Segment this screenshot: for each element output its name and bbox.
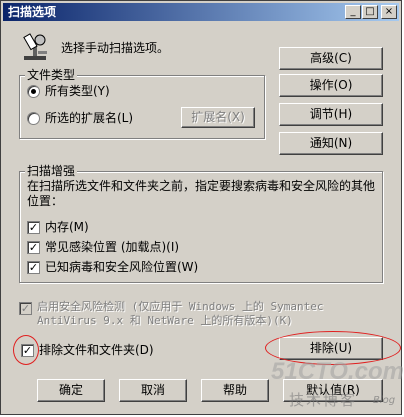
scan-options-dialog: 扫描选项 _ □ × 选择手动扫描选项。 高级(C) 操作(O) 调节(H) 通… bbox=[0, 0, 404, 415]
security-risk-label-line1: 启用安全风险检测 (仅应用于 Windows 上的 Symantec bbox=[37, 300, 324, 313]
memory-checkbox[interactable]: ✓ bbox=[27, 221, 40, 234]
actions-button[interactable]: 操作(O) bbox=[279, 74, 383, 97]
file-types-label: 文件类型 bbox=[25, 68, 78, 82]
memory-label[interactable]: 内存(M) bbox=[45, 220, 89, 234]
tuning-button[interactable]: 调节(H) bbox=[279, 103, 383, 126]
ok-button[interactable]: 确定 bbox=[37, 379, 105, 402]
annotation-circle-checkbox bbox=[13, 335, 39, 365]
maximize-button[interactable]: □ bbox=[362, 5, 378, 19]
exclude-label[interactable]: 排除文件和文件夹(D) bbox=[39, 343, 154, 357]
advanced-button[interactable]: 高级(C) bbox=[279, 47, 383, 70]
security-risk-label-line2: AntiVirus 9.x 和 NetWare 上的所有版本)(K) bbox=[37, 314, 293, 327]
scan-enhance-description: 在扫描所选文件和文件夹之前，指定要搜索病毒和安全风险的其他位置： bbox=[27, 179, 376, 208]
watermark-blog: Blog bbox=[373, 395, 396, 406]
load-points-label[interactable]: 常见感染位置 (加载点)(I) bbox=[45, 240, 179, 254]
selected-ext-radio[interactable] bbox=[27, 112, 40, 125]
known-risk-checkbox[interactable]: ✓ bbox=[27, 261, 40, 274]
instruction-text: 选择手动扫描选项。 bbox=[61, 41, 170, 55]
all-types-radio[interactable] bbox=[27, 85, 40, 98]
watermark-site: 51CTO.com bbox=[271, 358, 404, 385]
close-button[interactable]: × bbox=[381, 5, 397, 19]
security-risk-checkbox[interactable]: ✓ bbox=[19, 302, 32, 315]
title-bar[interactable]: 扫描选项 _ □ × bbox=[3, 3, 399, 21]
minimize-button[interactable]: _ bbox=[345, 5, 361, 19]
load-points-checkbox[interactable]: ✓ bbox=[27, 241, 40, 254]
selected-ext-label[interactable]: 所选的扩展名(L) bbox=[45, 111, 133, 125]
notify-button[interactable]: 通知(N) bbox=[279, 132, 383, 155]
cancel-button[interactable]: 取消 bbox=[119, 379, 187, 402]
microscope-icon bbox=[23, 33, 47, 60]
all-types-label[interactable]: 所有类型(Y) bbox=[45, 84, 110, 98]
extensions-button[interactable]: 扩展名(X) bbox=[181, 107, 255, 128]
known-risk-label[interactable]: 已知病毒和安全风险位置(W) bbox=[45, 260, 198, 274]
scan-enhance-label: 扫描增强 bbox=[25, 164, 78, 178]
watermark-tagline: 技术博客 bbox=[289, 391, 358, 409]
window-title: 扫描选项 bbox=[8, 5, 57, 19]
help-button[interactable]: 帮助 bbox=[201, 379, 269, 402]
